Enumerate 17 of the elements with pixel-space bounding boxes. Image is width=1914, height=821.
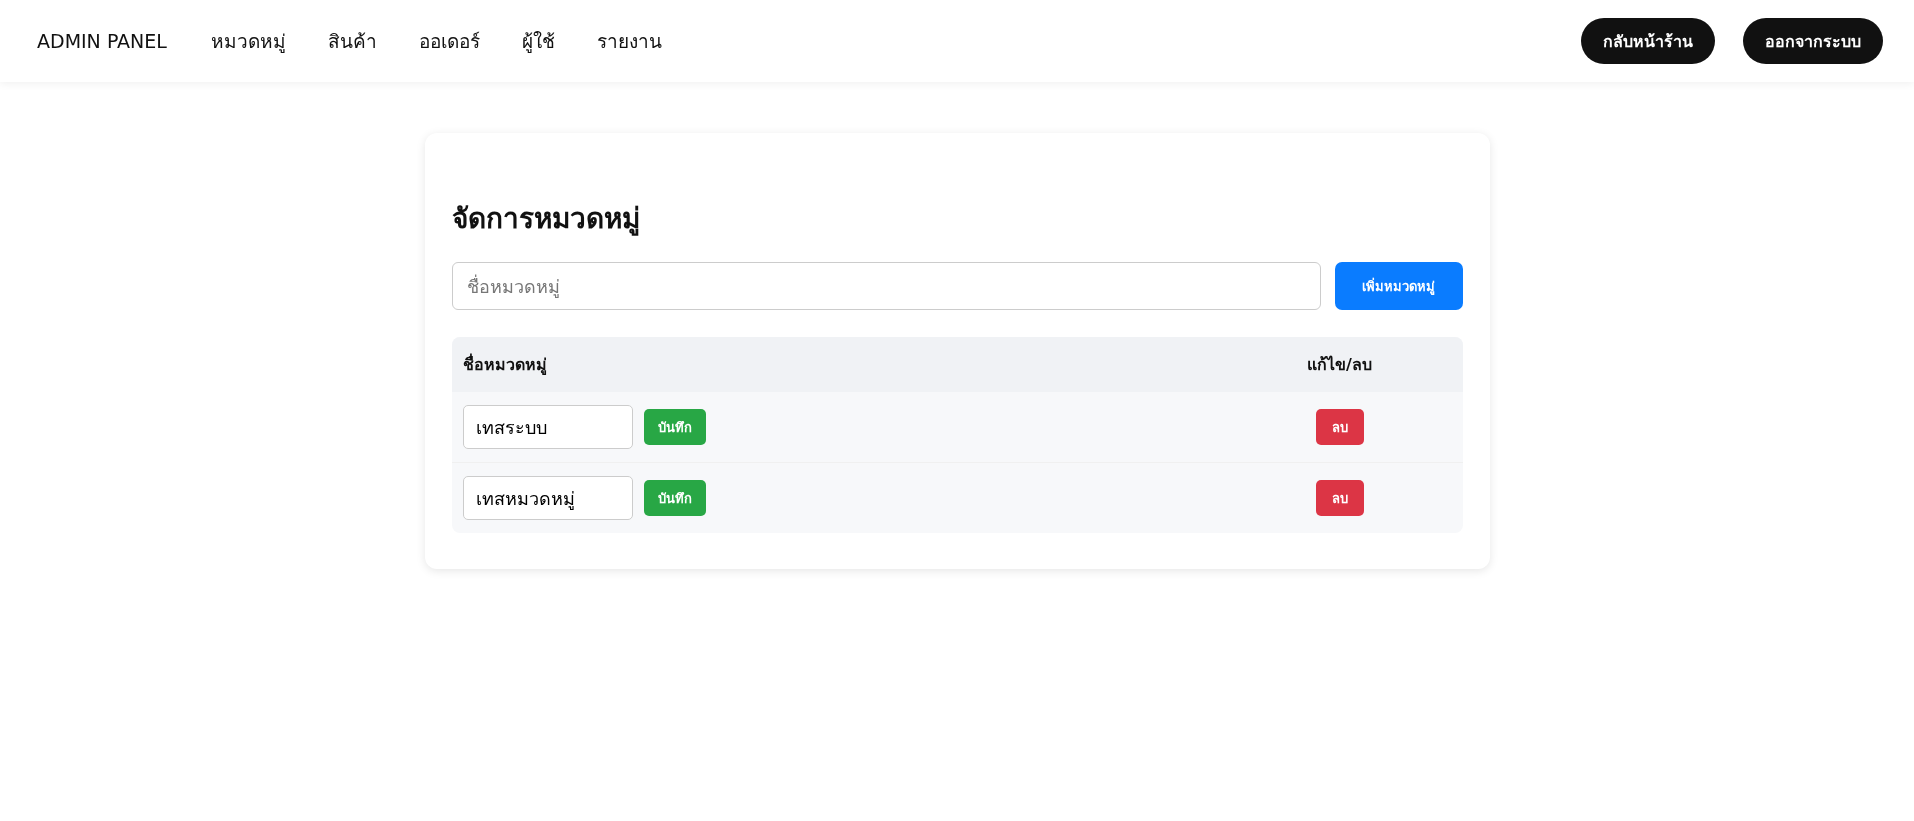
- page-title: จัดการหมวดหมู่: [451, 201, 641, 238]
- category-name-field[interactable]: เทสระบบ: [462, 405, 633, 449]
- nav-link[interactable]: สินค้า: [327, 26, 377, 56]
- brand-title: ADMIN PANEL: [37, 30, 167, 52]
- delete-button[interactable]: ลบ: [1315, 409, 1364, 445]
- add-category-button[interactable]: เพิ่มหมวดหมู่: [1334, 262, 1463, 310]
- header-button[interactable]: ออกจากระบบ: [1743, 18, 1883, 64]
- category-name-input[interactable]: ชื่อหมวดหมู่: [451, 262, 1321, 310]
- nav-link[interactable]: หมวดหมู่: [210, 26, 286, 56]
- column-header: ชื่อหมวดหมู่: [461, 352, 548, 377]
- category-name-field[interactable]: เทสหมวดหมู่: [462, 476, 633, 520]
- delete-button[interactable]: ลบ: [1315, 480, 1364, 516]
- nav-link[interactable]: รายงาน: [596, 26, 662, 56]
- column-header: แก้ไข/ลบ: [1306, 354, 1373, 376]
- nav-link[interactable]: ผู้ใช้: [521, 26, 555, 56]
- header-button[interactable]: กลับหน้าร้าน: [1581, 18, 1715, 64]
- nav-link[interactable]: ออเดอร์: [418, 26, 480, 56]
